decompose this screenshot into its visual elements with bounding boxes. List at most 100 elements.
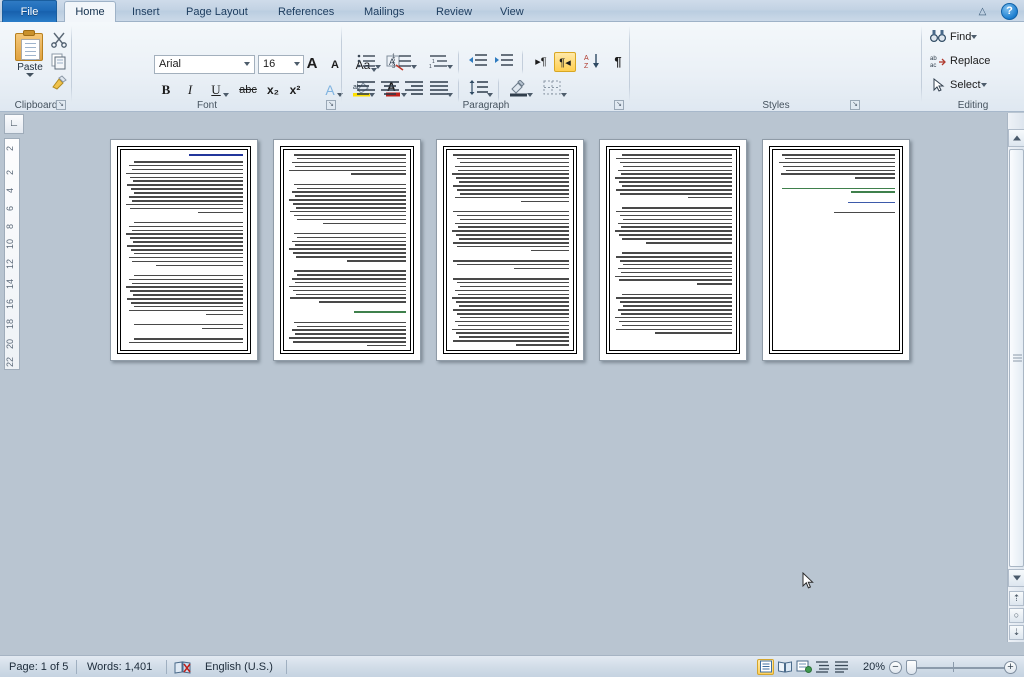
document-page-4[interactable]: [599, 139, 747, 361]
paragraph-dialog-launcher[interactable]: ↘: [614, 100, 624, 110]
document-page-5[interactable]: [762, 139, 910, 361]
bullet-list-icon[interactable]: [354, 52, 381, 72]
draft-icon[interactable]: [833, 659, 850, 675]
replace-button[interactable]: ab ac Replace: [930, 52, 990, 70]
grow-font-button[interactable]: A: [300, 53, 324, 75]
align-right-icon[interactable]: [402, 80, 426, 100]
subscript-button[interactable]: x₂: [262, 80, 284, 100]
borders-icon[interactable]: [540, 80, 567, 100]
vertical-ruler[interactable]: 2 2 4 6 8 10 12 14 16 18 20 22: [4, 138, 20, 370]
find-button[interactable]: Find: [929, 28, 978, 46]
left-to-right-icon[interactable]: ▸¶: [530, 53, 552, 71]
zoom-in-button[interactable]: +: [1004, 661, 1017, 674]
multilevel-list-icon[interactable]: 1 1: [426, 52, 453, 72]
font-name-input[interactable]: Arial: [154, 55, 255, 74]
text-line: [454, 320, 569, 323]
text-line: [618, 279, 732, 282]
document-page-3[interactable]: [436, 139, 584, 361]
spelling-errors-icon[interactable]: [172, 659, 192, 675]
text-line: [130, 301, 243, 304]
zoom-slider-thumb[interactable]: [906, 660, 917, 675]
document-canvas[interactable]: [24, 113, 1002, 642]
outline-icon[interactable]: [814, 659, 831, 675]
justify-icon[interactable]: [426, 80, 453, 100]
text-line: [520, 200, 569, 203]
font-dialog-launcher[interactable]: ↘: [326, 100, 336, 110]
zoom-slider-track[interactable]: [906, 667, 1008, 669]
text-line: [134, 221, 243, 224]
vertical-scrollbar[interactable]: ⇡ ○ ⇣: [1007, 113, 1024, 642]
paintbrush-icon[interactable]: [50, 74, 68, 92]
superscript-button[interactable]: x²: [284, 80, 306, 100]
tab-home[interactable]: Home: [64, 1, 116, 23]
increase-indent-icon[interactable]: [492, 52, 516, 72]
underline-button[interactable]: U: [204, 80, 229, 100]
tab-page-layout[interactable]: Page Layout: [176, 2, 258, 22]
document-page-2[interactable]: [273, 139, 421, 361]
previous-page-icon[interactable]: ⇡: [1009, 591, 1024, 606]
tab-view[interactable]: View: [490, 2, 534, 22]
align-left-icon[interactable]: [354, 80, 378, 100]
status-word-count[interactable]: Words: 1,401: [78, 656, 161, 677]
sort-az-icon[interactable]: A Z: [582, 52, 604, 72]
clipboard-dialog-launcher[interactable]: ↘: [56, 100, 66, 110]
text-line: [291, 277, 406, 280]
paste-label: Paste: [17, 62, 43, 73]
status-page-indicator[interactable]: Page: 1 of 5: [0, 656, 77, 677]
svg-text:3: 3: [392, 64, 396, 70]
text-line: [296, 256, 406, 258]
next-page-icon[interactable]: ⇣: [1009, 625, 1024, 640]
web-layout-icon[interactable]: [795, 659, 812, 675]
chevron-up-icon[interactable]: △: [976, 6, 989, 18]
tab-file[interactable]: File: [2, 0, 57, 22]
select-button[interactable]: Select: [930, 76, 987, 94]
text-line: [615, 230, 732, 232]
styles-dialog-launcher[interactable]: ↘: [850, 100, 860, 110]
italic-button[interactable]: I: [180, 80, 200, 100]
text-line: [126, 233, 243, 236]
text-effects-button[interactable]: A: [318, 80, 343, 100]
copy-icon[interactable]: [50, 52, 68, 70]
full-screen-reading-icon[interactable]: [776, 659, 793, 675]
scrollbar-thumb[interactable]: [1009, 149, 1024, 567]
scroll-up-icon[interactable]: [1008, 129, 1024, 147]
help-question-icon[interactable]: ?: [1001, 3, 1018, 20]
text-line: [134, 252, 243, 255]
vruler-tick-5: 12: [5, 259, 15, 270]
text-line: [622, 293, 732, 296]
decrease-indent-icon[interactable]: [466, 52, 490, 72]
align-center-icon[interactable]: [378, 80, 402, 100]
shading-icon[interactable]: [506, 79, 533, 100]
tab-stop-left-icon[interactable]: ∟: [4, 114, 24, 134]
print-layout-icon[interactable]: [757, 659, 774, 675]
status-language[interactable]: English (U.S.): [196, 656, 282, 677]
text-line: [456, 189, 569, 191]
numbered-list-icon[interactable]: 1 2 3: [390, 52, 417, 72]
select-browse-object-icon[interactable]: ○: [1009, 608, 1024, 623]
scroll-down-icon[interactable]: [1008, 569, 1024, 587]
tab-review[interactable]: Review: [426, 2, 482, 22]
tab-insert[interactable]: Insert: [122, 2, 170, 22]
paste-button[interactable]: Paste: [8, 28, 52, 90]
tab-references[interactable]: References: [268, 2, 344, 22]
text-line: [456, 312, 569, 315]
scissors-icon[interactable]: [50, 30, 68, 48]
select-dropdown-arrow[interactable]: [980, 83, 987, 87]
zoom-out-button[interactable]: −: [889, 661, 902, 674]
find-dropdown-arrow[interactable]: [971, 35, 978, 39]
line-spacing-icon[interactable]: [466, 80, 493, 100]
text-line: [295, 195, 406, 197]
page-heading-hyperlink[interactable]: [188, 154, 243, 156]
bold-button[interactable]: B: [156, 80, 176, 100]
tab-mailings[interactable]: Mailings: [354, 2, 414, 22]
strikethrough-button[interactable]: abc: [236, 80, 260, 100]
paste-dropdown-arrow[interactable]: [26, 73, 34, 77]
pilcrow-icon[interactable]: ¶: [608, 52, 628, 72]
text-line: [129, 207, 243, 210]
right-to-left-icon[interactable]: ¶◂: [554, 52, 576, 72]
document-page-1[interactable]: [110, 139, 258, 361]
font-name-dropdown-arrow[interactable]: [244, 62, 250, 66]
